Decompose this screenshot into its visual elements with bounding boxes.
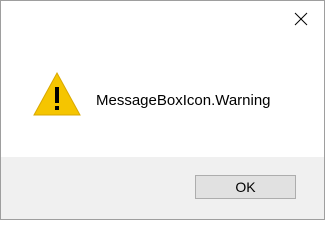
ok-button[interactable]: OK: [195, 175, 296, 199]
message-text: MessageBoxIcon.Warning: [96, 92, 271, 109]
button-bar: OK: [1, 157, 324, 219]
title-bar: [1, 1, 324, 37]
warning-icon: [33, 71, 81, 116]
message-box-dialog: MessageBoxIcon.Warning OK: [0, 0, 325, 220]
close-button[interactable]: [278, 1, 324, 37]
close-icon: [294, 12, 308, 26]
message-area: MessageBoxIcon.Warning: [1, 37, 324, 157]
